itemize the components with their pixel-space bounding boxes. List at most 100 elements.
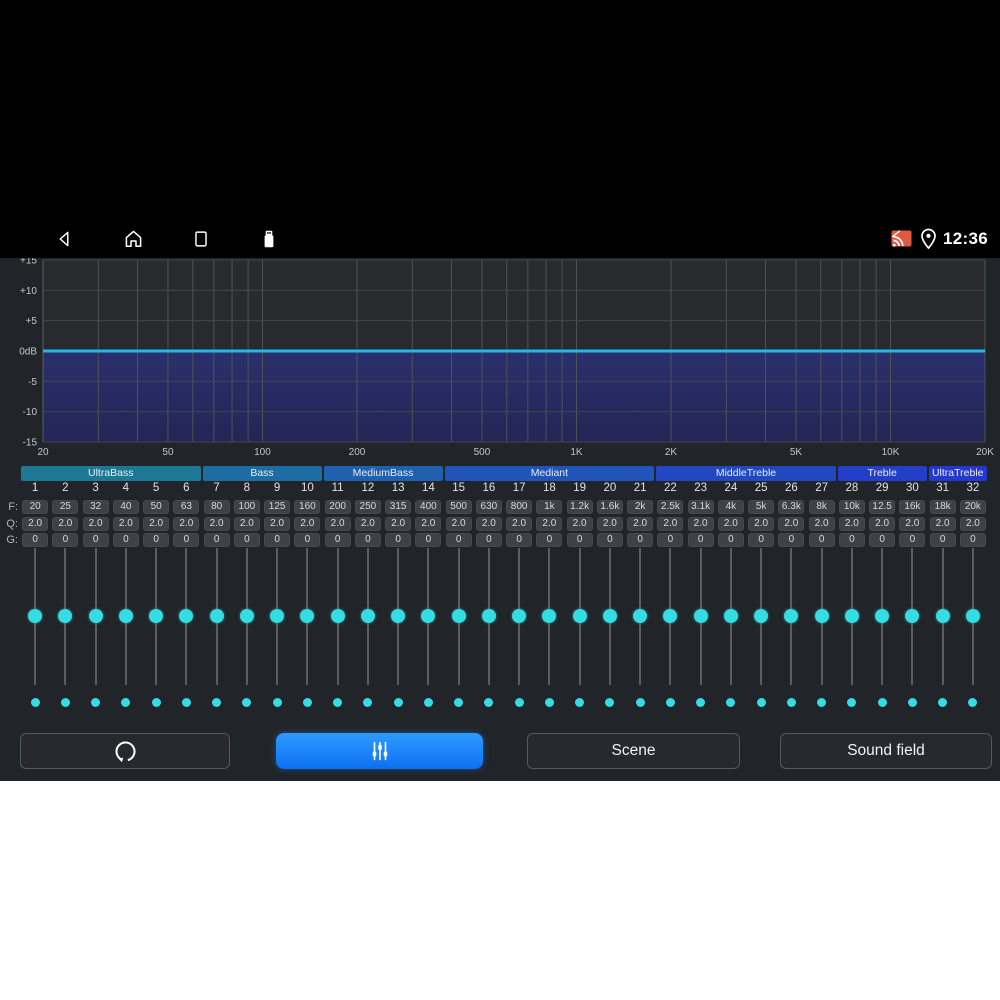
band-q-value[interactable]: 2.0 bbox=[627, 517, 654, 531]
band-q-value[interactable]: 2.0 bbox=[475, 517, 502, 531]
slider-thumb[interactable] bbox=[270, 609, 285, 623]
band-f-value[interactable]: 1k bbox=[536, 500, 563, 514]
slider-thumb[interactable] bbox=[905, 609, 920, 623]
eq-band-slider[interactable] bbox=[202, 548, 232, 685]
eq-band-slider[interactable] bbox=[262, 548, 292, 685]
eq-band-slider[interactable] bbox=[807, 548, 837, 685]
slider-thumb[interactable] bbox=[149, 609, 164, 623]
band-g-value[interactable]: 0 bbox=[687, 533, 714, 547]
equalizer-button[interactable] bbox=[276, 733, 483, 769]
recents-button[interactable] bbox=[189, 227, 213, 251]
band-g-value[interactable]: 0 bbox=[717, 533, 744, 547]
slider-thumb[interactable] bbox=[844, 609, 859, 623]
slider-thumb[interactable] bbox=[118, 609, 133, 623]
eq-band-slider[interactable] bbox=[50, 548, 80, 685]
band-f-value[interactable]: 160 bbox=[294, 500, 321, 514]
slider-thumb[interactable] bbox=[58, 609, 73, 623]
band-q-value[interactable]: 2.0 bbox=[596, 517, 623, 531]
band-g-value[interactable]: 0 bbox=[233, 533, 260, 547]
band-f-value[interactable]: 50 bbox=[143, 500, 170, 514]
eq-band-slider[interactable] bbox=[686, 548, 716, 685]
band-q-value[interactable]: 2.0 bbox=[415, 517, 442, 531]
band-f-value[interactable]: 5k bbox=[748, 500, 775, 514]
slider-thumb[interactable] bbox=[784, 609, 799, 623]
slider-thumb[interactable] bbox=[391, 609, 406, 623]
band-f-value[interactable]: 1.2k bbox=[566, 500, 593, 514]
slider-thumb[interactable] bbox=[935, 609, 950, 623]
band-q-value[interactable]: 2.0 bbox=[929, 517, 956, 531]
band-g-value[interactable]: 0 bbox=[143, 533, 170, 547]
band-f-value[interactable]: 4k bbox=[717, 500, 744, 514]
slider-thumb[interactable] bbox=[88, 609, 103, 623]
band-g-value[interactable]: 0 bbox=[869, 533, 896, 547]
scene-button[interactable]: Scene bbox=[527, 733, 740, 769]
band-g-value[interactable]: 0 bbox=[778, 533, 805, 547]
band-q-value[interactable]: 2.0 bbox=[808, 517, 835, 531]
band-f-value[interactable]: 500 bbox=[445, 500, 472, 514]
eq-band-slider[interactable] bbox=[20, 548, 50, 685]
band-f-value[interactable]: 63 bbox=[173, 500, 200, 514]
band-g-value[interactable]: 0 bbox=[475, 533, 502, 547]
band-f-value[interactable]: 8k bbox=[808, 500, 835, 514]
band-f-value[interactable]: 25 bbox=[52, 500, 79, 514]
band-f-value[interactable]: 10k bbox=[838, 500, 865, 514]
band-f-value[interactable]: 2k bbox=[627, 500, 654, 514]
band-f-value[interactable]: 315 bbox=[385, 500, 412, 514]
slider-thumb[interactable] bbox=[633, 609, 648, 623]
band-g-value[interactable]: 0 bbox=[899, 533, 926, 547]
band-f-value[interactable]: 1.6k bbox=[596, 500, 623, 514]
band-g-value[interactable]: 0 bbox=[112, 533, 139, 547]
band-q-value[interactable]: 2.0 bbox=[838, 517, 865, 531]
slider-thumb[interactable] bbox=[723, 609, 738, 623]
eq-band-slider[interactable] bbox=[565, 548, 595, 685]
eq-band-slider[interactable] bbox=[534, 548, 564, 685]
sound-field-button[interactable]: Sound field bbox=[780, 733, 992, 769]
slider-thumb[interactable] bbox=[602, 609, 617, 623]
band-q-value[interactable]: 2.0 bbox=[748, 517, 775, 531]
eq-band-slider[interactable] bbox=[323, 548, 353, 685]
eq-band-slider[interactable] bbox=[867, 548, 897, 685]
band-f-value[interactable]: 18k bbox=[929, 500, 956, 514]
band-f-value[interactable]: 400 bbox=[415, 500, 442, 514]
band-g-value[interactable]: 0 bbox=[808, 533, 835, 547]
band-f-value[interactable]: 100 bbox=[233, 500, 260, 514]
band-g-value[interactable]: 0 bbox=[203, 533, 230, 547]
band-q-value[interactable]: 2.0 bbox=[52, 517, 79, 531]
band-g-value[interactable]: 0 bbox=[748, 533, 775, 547]
slider-thumb[interactable] bbox=[239, 609, 254, 623]
band-g-value[interactable]: 0 bbox=[506, 533, 533, 547]
band-q-value[interactable]: 2.0 bbox=[899, 517, 926, 531]
band-q-value[interactable]: 2.0 bbox=[869, 517, 896, 531]
eq-band-slider[interactable] bbox=[897, 548, 927, 685]
slider-thumb[interactable] bbox=[512, 609, 527, 623]
slider-thumb[interactable] bbox=[179, 609, 194, 623]
band-q-value[interactable]: 2.0 bbox=[203, 517, 230, 531]
slider-thumb[interactable] bbox=[360, 609, 375, 623]
slider-thumb[interactable] bbox=[693, 609, 708, 623]
slider-thumb[interactable] bbox=[875, 609, 890, 623]
band-q-value[interactable]: 2.0 bbox=[294, 517, 321, 531]
back-button[interactable] bbox=[53, 227, 77, 251]
band-g-value[interactable]: 0 bbox=[173, 533, 200, 547]
band-f-value[interactable]: 16k bbox=[899, 500, 926, 514]
band-q-value[interactable]: 2.0 bbox=[173, 517, 200, 531]
band-q-value[interactable]: 2.0 bbox=[82, 517, 109, 531]
band-q-value[interactable]: 2.0 bbox=[354, 517, 381, 531]
band-f-value[interactable]: 800 bbox=[506, 500, 533, 514]
band-q-value[interactable]: 2.0 bbox=[959, 517, 986, 531]
slider-thumb[interactable] bbox=[572, 609, 587, 623]
eq-band-slider[interactable] bbox=[837, 548, 867, 685]
band-q-value[interactable]: 2.0 bbox=[385, 517, 412, 531]
band-f-value[interactable]: 20 bbox=[22, 500, 49, 514]
band-g-value[interactable]: 0 bbox=[657, 533, 684, 547]
eq-band-slider[interactable] bbox=[292, 548, 322, 685]
band-g-value[interactable]: 0 bbox=[294, 533, 321, 547]
band-q-value[interactable]: 2.0 bbox=[22, 517, 49, 531]
band-g-value[interactable]: 0 bbox=[566, 533, 593, 547]
band-q-value[interactable]: 2.0 bbox=[233, 517, 260, 531]
home-button[interactable] bbox=[121, 227, 145, 251]
band-f-value[interactable]: 20k bbox=[959, 500, 986, 514]
slider-thumb[interactable] bbox=[481, 609, 496, 623]
eq-band-slider[interactable] bbox=[746, 548, 776, 685]
band-f-value[interactable]: 2.5k bbox=[657, 500, 684, 514]
